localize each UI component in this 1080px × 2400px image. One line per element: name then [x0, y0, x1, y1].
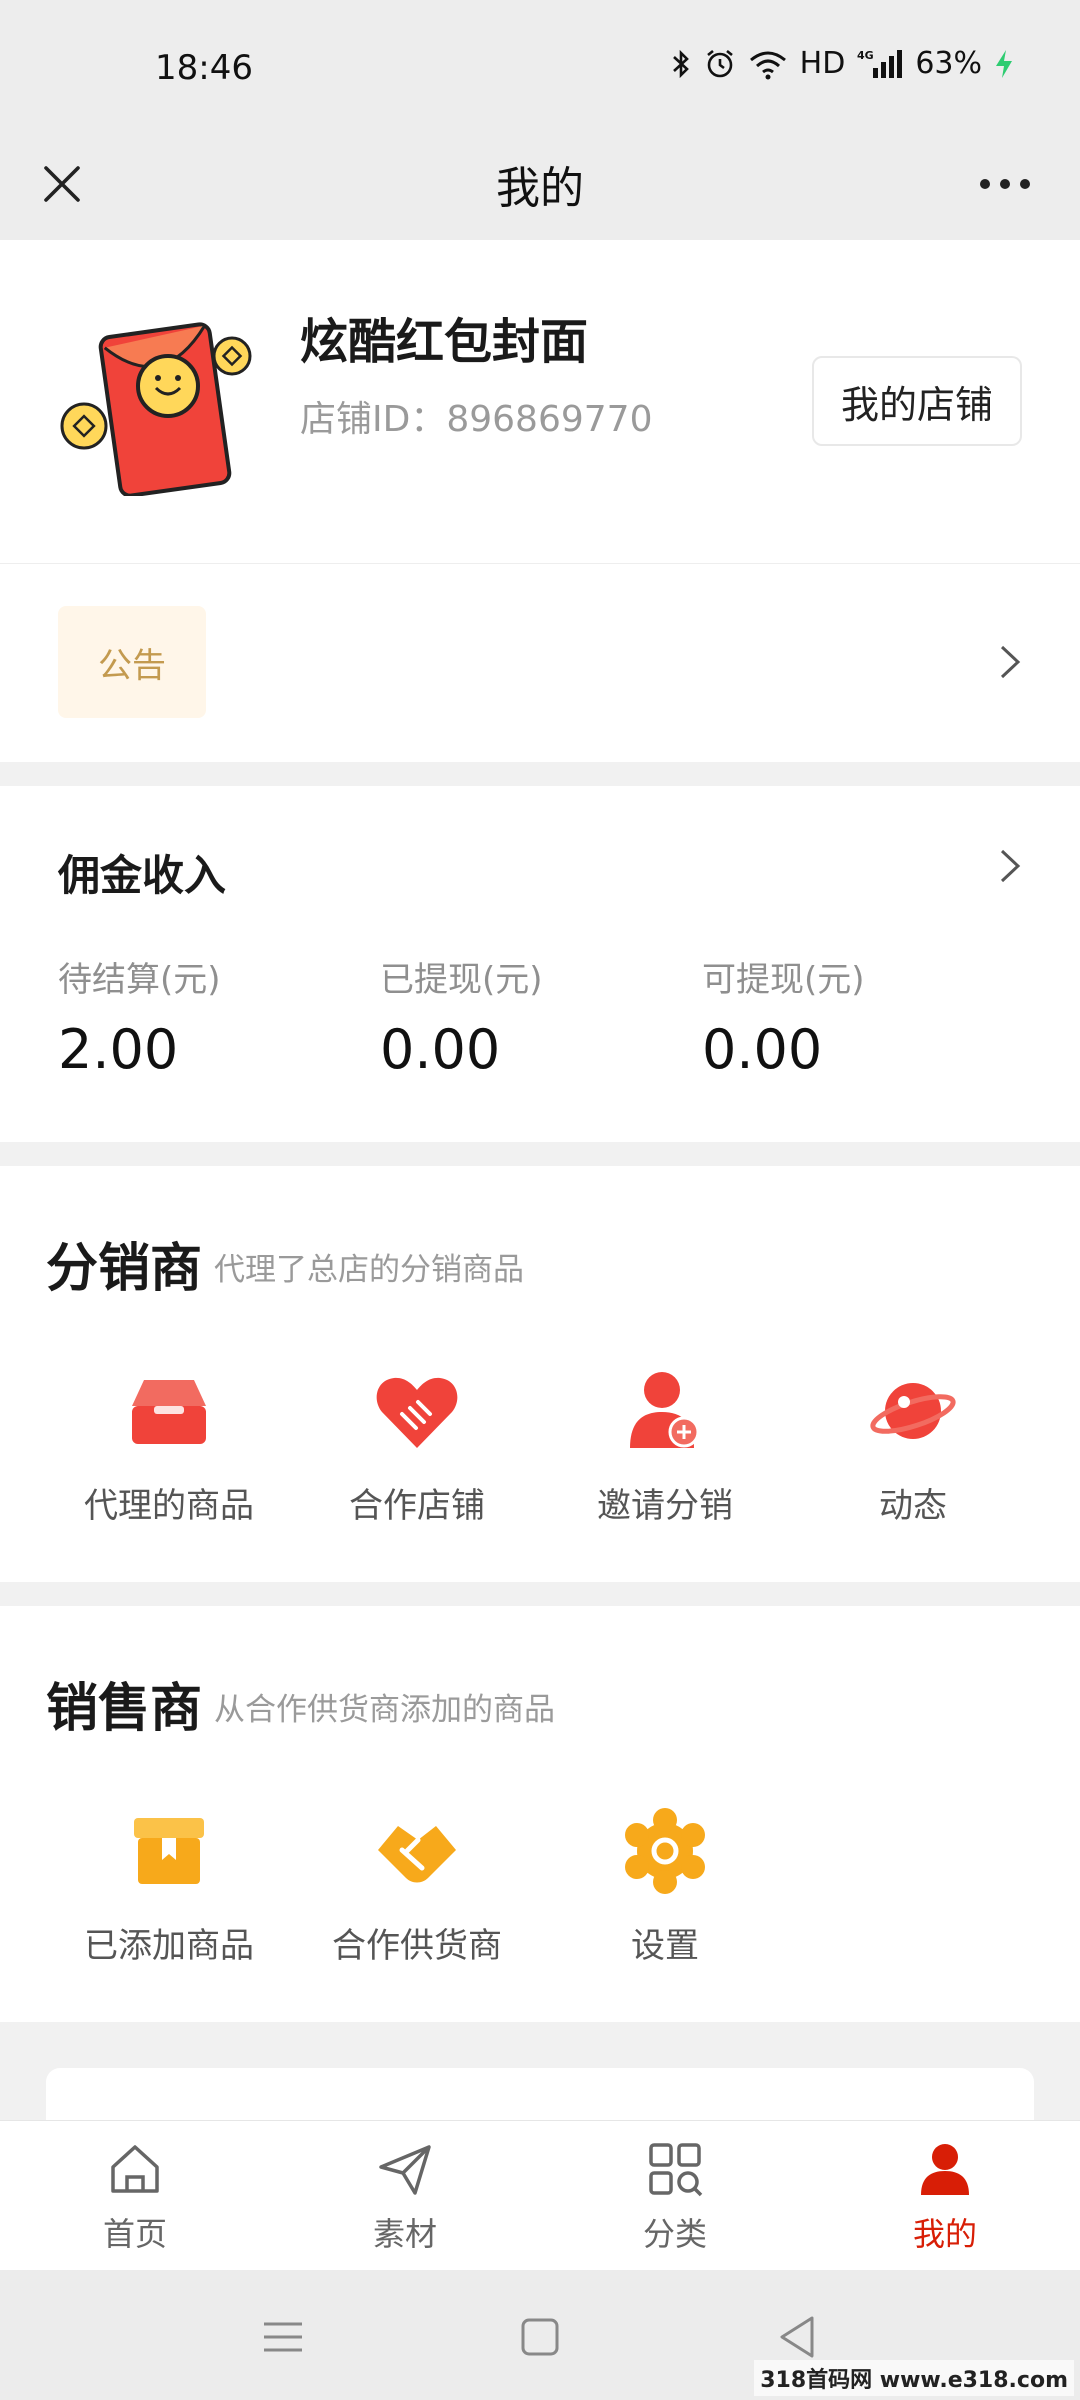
chevron-right-icon[interactable]: [992, 848, 1028, 884]
signal-icon: 4G: [857, 49, 903, 78]
tab-home[interactable]: 首页: [0, 2139, 270, 2255]
pending-label: 待结算(元): [58, 960, 221, 1000]
distributor-subtitle: 代理了总店的分销商品: [214, 1252, 524, 1288]
settings-item[interactable]: 设置: [541, 1806, 789, 1967]
more-dot-icon: [1020, 179, 1030, 189]
seller-section: 销售商 从合作供货商添加的商品 已添加商品 合作供货商 设置: [0, 1606, 1080, 2022]
withdrawable-label: 可提现(元): [702, 960, 865, 1000]
heart-handshake-icon: [376, 1377, 458, 1448]
tab-category-label: 分类: [642, 2215, 707, 2253]
shop-name: 炫酷红包封面: [300, 314, 589, 370]
home-square-icon[interactable]: [515, 2312, 565, 2362]
handshake-icon: [378, 1826, 456, 1883]
red-envelope-avatar: [60, 322, 252, 496]
withdrawable-value: 0.00: [702, 1018, 823, 1081]
withdrawn-value: 0.00: [380, 1018, 501, 1081]
notice-row[interactable]: 公告: [0, 564, 1080, 762]
status-icons: HD 4G 63%: [670, 46, 1014, 81]
planet-icon: [870, 1383, 956, 1439]
commission-title[interactable]: 佣金收入: [58, 842, 226, 903]
more-button[interactable]: [970, 154, 1040, 214]
invite-distributor-item[interactable]: 邀请分销: [541, 1366, 789, 1527]
invite-distributor-label: 邀请分销: [597, 1486, 733, 1526]
alarm-icon: [706, 49, 733, 77]
distributor-title: 分销商: [46, 1239, 203, 1299]
more-dot-icon: [980, 179, 990, 189]
charging-icon: [996, 49, 1012, 78]
more-dot-icon: [1000, 179, 1010, 189]
nav-bar: 我的: [0, 130, 1080, 240]
status-time: 18:46: [155, 48, 253, 88]
wifi-icon: [749, 51, 786, 79]
seller-title: 销售商: [46, 1679, 203, 1739]
withdrawn-label: 已提现(元): [380, 960, 543, 1000]
agent-products-item[interactable]: 代理的商品: [45, 1366, 293, 1527]
chevron-right-icon: [1000, 645, 1021, 679]
tab-materials[interactable]: 素材: [270, 2139, 540, 2255]
bottom-tab-bar: 首页 素材 分类 我的: [0, 2120, 1080, 2270]
shop-id: 店铺ID：896869770: [300, 399, 653, 440]
shop-profile: 炫酷红包封面 店铺ID：896869770 我的店铺: [0, 240, 1080, 564]
tab-category[interactable]: 分类: [540, 2139, 810, 2255]
package-icon: [134, 1818, 204, 1884]
tab-mine-label: 我的: [912, 2215, 977, 2253]
added-products-item[interactable]: 已添加商品: [45, 1806, 293, 1967]
seller-subtitle: 从合作供货商添加的商品: [214, 1692, 555, 1728]
agent-products-label: 代理的商品: [84, 1486, 254, 1526]
system-nav-bar: 318首码网 www.e318.com: [0, 2270, 1080, 2400]
category-grid-icon: [649, 2143, 703, 2197]
activity-item[interactable]: 动态: [789, 1366, 1037, 1527]
tab-home-label: 首页: [102, 2215, 167, 2253]
bluetooth-icon: [672, 49, 689, 78]
tab-mine[interactable]: 我的: [810, 2139, 1080, 2255]
back-triangle-icon[interactable]: [772, 2312, 822, 2362]
my-store-button[interactable]: 我的店铺: [812, 356, 1022, 446]
partner-stores-label: 合作店铺: [349, 1486, 485, 1526]
network-type: HD: [799, 46, 846, 81]
commission-section: 佣金收入 待结算(元) 2.00 已提现(元) 0.00 可提现(元) 0.00: [0, 786, 1080, 1142]
distributor-section: 分销商 代理了总店的分销商品 代理的商品 合作店铺 邀请分销 动态: [0, 1166, 1080, 1582]
added-products-label: 已添加商品: [84, 1926, 254, 1966]
partner-stores-item[interactable]: 合作店铺: [293, 1366, 541, 1527]
status-bar: 18:46 HD 4G 63%: [0, 0, 1080, 130]
battery-percent: 63%: [915, 46, 982, 81]
svg-text:4G: 4G: [857, 49, 874, 62]
partner-suppliers-label: 合作供货商: [332, 1926, 502, 1966]
send-icon: [379, 2145, 431, 2195]
activity-label: 动态: [879, 1486, 947, 1526]
settings-gear-icon: [625, 1808, 705, 1894]
profile-icon: [921, 2144, 969, 2195]
settings-label: 设置: [631, 1926, 699, 1966]
tab-materials-label: 素材: [372, 2215, 437, 2253]
notice-tag: 公告: [58, 606, 206, 718]
home-icon: [111, 2145, 159, 2193]
partner-suppliers-item[interactable]: 合作供货商: [293, 1806, 541, 1967]
pending-value: 2.00: [58, 1018, 179, 1081]
product-box-icon: [132, 1380, 206, 1444]
menu-icon[interactable]: [258, 2312, 308, 2362]
watermark-text: 318首码网 www.e318.com: [754, 2360, 1074, 2396]
page-title: 我的: [496, 163, 584, 214]
user-add-icon: [630, 1372, 700, 1448]
